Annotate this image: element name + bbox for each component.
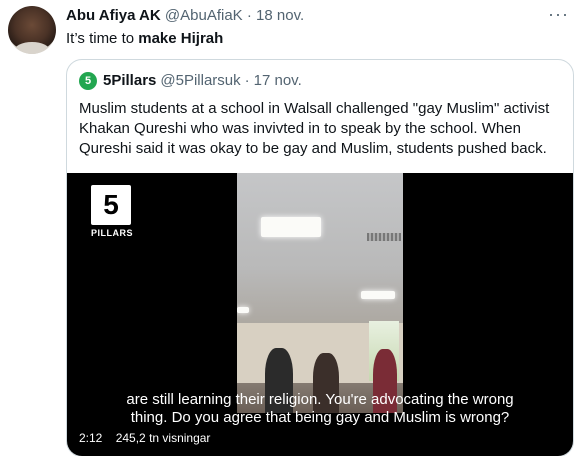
tweet-text-bold: make Hijrah bbox=[138, 30, 224, 47]
quoted-tweet-header: 5 5Pillars @5Pillarsuk · 17 nov. bbox=[79, 72, 302, 90]
ceiling-vent bbox=[367, 233, 401, 241]
author-handle[interactable]: @AbuAfiaK bbox=[165, 7, 243, 24]
video-frame bbox=[237, 173, 403, 413]
tweet-text: It’s time to make Hijrah bbox=[66, 29, 223, 49]
ceiling-light bbox=[237, 307, 249, 313]
author-name[interactable]: Abu Afiya AK bbox=[66, 7, 161, 24]
brand-logo-label: PILLARS bbox=[91, 228, 134, 238]
tweet-date[interactable]: 18 nov. bbox=[256, 7, 304, 24]
quoted-date: 17 nov. bbox=[253, 72, 302, 89]
video-duration: 2:12 bbox=[79, 431, 103, 445]
more-horizontal-icon[interactable]: ··· bbox=[548, 4, 569, 25]
quoted-author-avatar: 5 bbox=[79, 72, 97, 90]
quoted-author-name: 5Pillars bbox=[103, 72, 157, 89]
ceiling-light bbox=[261, 217, 321, 237]
avatar-shirt bbox=[14, 42, 50, 54]
quoted-tweet-text: Muslim students at a school in Walsall c… bbox=[79, 100, 550, 157]
video-caption: are still learning their religion. You'r… bbox=[126, 391, 514, 426]
video-meta: 2:12 245,2 tn visningar bbox=[79, 431, 210, 445]
video-views: 245,2 tn visningar bbox=[115, 431, 211, 445]
author-avatar[interactable] bbox=[8, 6, 56, 54]
brand-logo-number: 5 bbox=[91, 185, 131, 225]
video-player[interactable]: 5 PILLARS are still learning their relig… bbox=[67, 173, 573, 456]
quoted-author-handle: @5Pillarsuk bbox=[160, 72, 241, 89]
header-separator: · bbox=[246, 7, 252, 24]
quoted-separator: · bbox=[244, 72, 250, 89]
tweet-header: Abu Afiya AK @AbuAfiaK · 18 nov. bbox=[66, 7, 304, 25]
quoted-tweet[interactable]: 5 5Pillars @5Pillarsuk · 17 nov. Muslim … bbox=[66, 59, 574, 456]
ceiling-light bbox=[361, 291, 395, 299]
tweet-text-prefix: It’s time to bbox=[66, 30, 139, 47]
